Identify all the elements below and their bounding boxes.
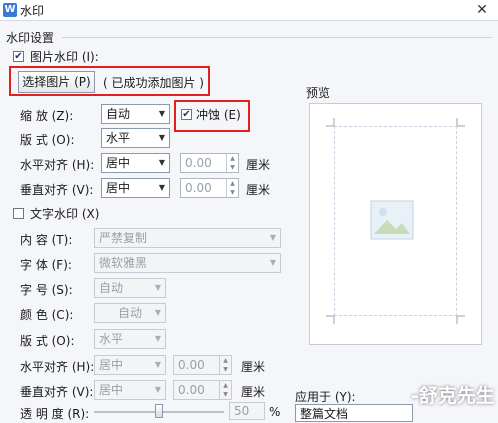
scale-select-value: 自动 bbox=[106, 107, 131, 121]
preview-pane bbox=[309, 103, 482, 345]
v-offset-value: 0.00 bbox=[185, 181, 212, 195]
h-offset-unit: 厘米 bbox=[246, 158, 271, 172]
transparency-slider-thumb[interactable] bbox=[155, 404, 163, 418]
chevron-down-icon: ▼ bbox=[154, 385, 162, 394]
transparency-value: 50 bbox=[234, 404, 250, 418]
text-v-align-select-value: 居中 bbox=[99, 383, 124, 397]
h-align-select[interactable]: 居中 ▼ bbox=[101, 153, 170, 173]
section-divider bbox=[62, 37, 492, 38]
text-v-align-select[interactable]: 居中 ▼ bbox=[94, 380, 166, 400]
text-v-offset-unit: 厘米 bbox=[241, 385, 266, 399]
layout-select[interactable]: 水平 ▼ bbox=[101, 128, 170, 148]
text-h-align-label: 水平对齐 (H): bbox=[20, 360, 95, 374]
font-select[interactable]: 微软雅黑 ▼ bbox=[94, 253, 281, 273]
washout-checkbox[interactable]: ✔ bbox=[181, 109, 192, 120]
scale-label: 缩 放 (Z): bbox=[20, 109, 74, 123]
image-watermark-text: -舒克先生 bbox=[411, 385, 495, 407]
h-align-select-value: 居中 bbox=[106, 156, 131, 170]
picture-added-status: ( 已成功添加图片 ) bbox=[103, 76, 204, 90]
preview-label: 预览 bbox=[306, 86, 331, 100]
picture-watermark-checkbox[interactable]: ✔ bbox=[13, 51, 24, 62]
size-label: 字 号 (S): bbox=[20, 283, 73, 297]
apply-to-label: 应用于 (Y): bbox=[295, 390, 356, 404]
transparency-label: 透 明 度 (R): bbox=[20, 407, 90, 421]
chevron-down-icon: ▼ bbox=[154, 308, 162, 317]
choose-picture-button[interactable]: 选择图片 (P) bbox=[18, 71, 95, 93]
title-bar: W 水印 ✕ bbox=[0, 0, 498, 21]
wps-app-icon: W bbox=[3, 3, 17, 17]
chevron-down-icon: ▼ bbox=[158, 133, 166, 142]
content-select-value: 严禁复制 bbox=[99, 231, 148, 245]
font-select-value: 微软雅黑 bbox=[99, 256, 148, 270]
text-layout-select-value: 水平 bbox=[99, 332, 124, 346]
picture-placeholder-icon bbox=[370, 200, 414, 240]
v-offset-spinner[interactable]: 0.00 ▲ ▼ bbox=[180, 178, 239, 198]
chevron-down-icon: ▼ bbox=[154, 334, 162, 343]
v-offset-unit: 厘米 bbox=[246, 183, 271, 197]
layout-label: 版 式 (O): bbox=[20, 133, 75, 147]
window-title: 水印 bbox=[20, 4, 45, 18]
apply-to-select[interactable]: 整篇文档 bbox=[295, 404, 413, 422]
chevron-down-icon: ▼ bbox=[154, 360, 162, 369]
text-v-align-label: 垂直对齐 (V): bbox=[20, 385, 94, 399]
text-watermark-checkbox[interactable] bbox=[13, 208, 24, 219]
layout-select-value: 水平 bbox=[106, 131, 131, 145]
transparency-unit: % bbox=[269, 405, 281, 419]
picture-watermark-label: 图片水印 (I): bbox=[30, 50, 99, 64]
text-layout-label: 版 式 (O): bbox=[20, 334, 75, 348]
washout-label: 冲蚀 (E) bbox=[196, 108, 241, 122]
chevron-down-icon: ▼ bbox=[269, 233, 277, 242]
spinner-arrows-icon: ▲ ▼ bbox=[219, 356, 231, 374]
chevron-down-icon: ▼ bbox=[158, 183, 166, 192]
text-h-offset-unit: 厘米 bbox=[241, 360, 266, 374]
size-select[interactable]: 自动 ▼ bbox=[94, 278, 166, 298]
text-h-offset-spinner[interactable]: 0.00 ▲ ▼ bbox=[173, 355, 232, 375]
h-offset-spinner[interactable]: 0.00 ▲ ▼ bbox=[180, 153, 239, 173]
text-v-offset-spinner[interactable]: 0.00 ▲ ▼ bbox=[173, 380, 232, 400]
text-h-align-select-value: 居中 bbox=[99, 358, 124, 372]
color-select-value: 自动 bbox=[117, 306, 142, 320]
v-align-select-value: 居中 bbox=[106, 181, 131, 195]
content-select[interactable]: 严禁复制 ▼ bbox=[94, 228, 281, 248]
close-button[interactable]: ✕ bbox=[466, 0, 498, 20]
section-title: 水印设置 bbox=[6, 31, 55, 45]
h-align-label: 水平对齐 (H): bbox=[20, 158, 95, 172]
content-label: 内 容 (T): bbox=[20, 233, 73, 247]
color-select[interactable]: 自动 ▼ bbox=[94, 303, 166, 323]
spinner-arrows-icon: ▲ ▼ bbox=[226, 179, 238, 197]
size-select-value: 自动 bbox=[99, 281, 124, 295]
text-v-offset-value: 0.00 bbox=[178, 383, 205, 397]
text-watermark-label: 文字水印 (X) bbox=[30, 207, 100, 221]
spinner-arrows-icon: ▲ ▼ bbox=[219, 381, 231, 399]
text-h-align-select[interactable]: 居中 ▼ bbox=[94, 355, 166, 375]
chevron-down-icon: ▼ bbox=[269, 258, 277, 267]
color-label: 颜 色 (C): bbox=[20, 308, 74, 322]
v-align-select[interactable]: 居中 ▼ bbox=[101, 178, 170, 198]
transparency-spinner[interactable]: 50 bbox=[229, 402, 265, 420]
apply-to-select-value: 整篇文档 bbox=[300, 407, 349, 421]
spinner-arrows-icon: ▲ ▼ bbox=[226, 154, 238, 172]
font-label: 字 体 (F): bbox=[20, 258, 72, 272]
scale-select[interactable]: 自动 ▼ bbox=[101, 104, 170, 124]
chevron-down-icon: ▼ bbox=[154, 283, 162, 292]
chevron-down-icon: ▼ bbox=[158, 158, 166, 167]
v-align-label: 垂直对齐 (V): bbox=[20, 183, 94, 197]
text-layout-select[interactable]: 水平 ▼ bbox=[94, 329, 166, 349]
text-h-offset-value: 0.00 bbox=[178, 358, 205, 372]
h-offset-value: 0.00 bbox=[185, 156, 212, 170]
chevron-down-icon: ▼ bbox=[158, 109, 166, 118]
